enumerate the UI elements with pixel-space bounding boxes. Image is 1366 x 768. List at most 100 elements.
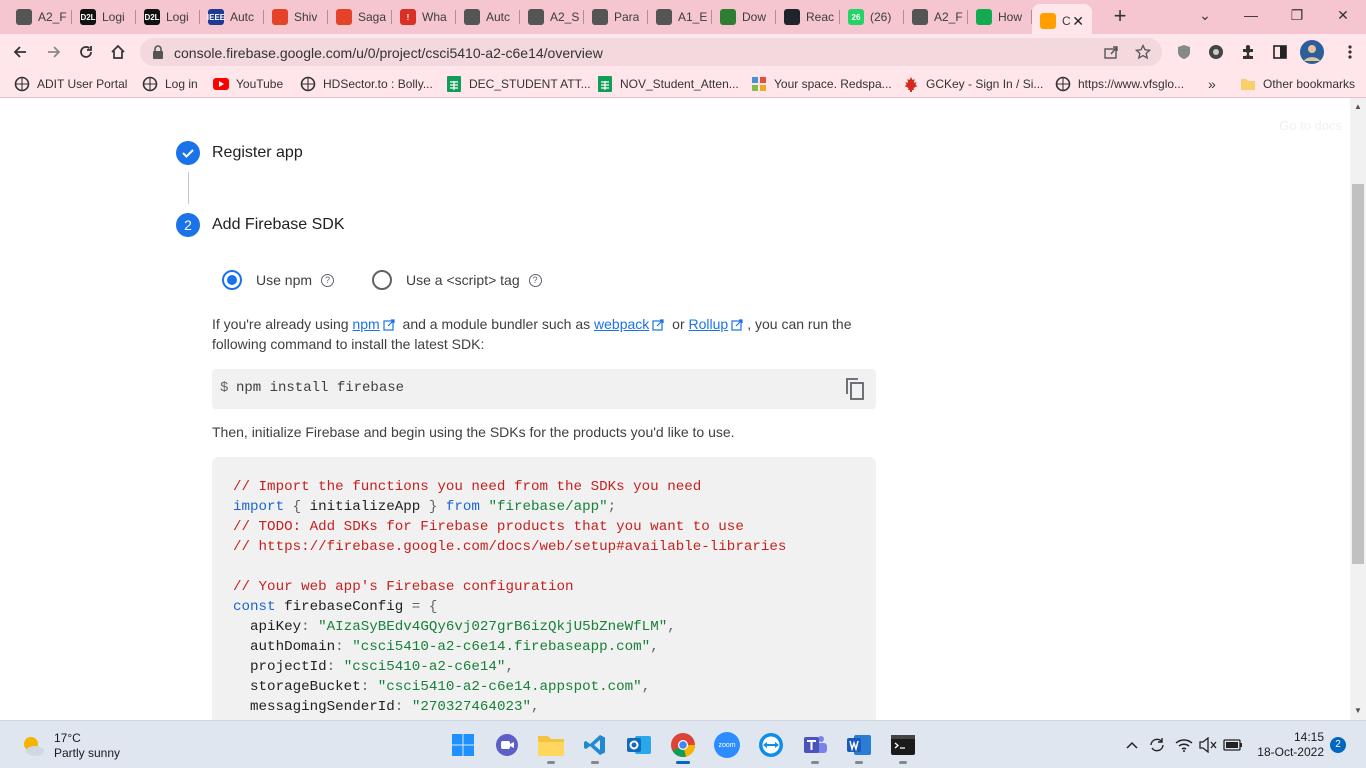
start-button[interactable] [447,729,479,761]
browser-tab[interactable]: A2_F [904,4,968,30]
globe-icon [14,76,30,92]
browser-tab[interactable]: Autc [456,4,520,30]
scroll-down-arrow-icon[interactable]: ▼ [1354,706,1362,715]
radio-option-npm[interactable]: Use npm ? [222,270,335,290]
taskbar-word[interactable] [843,729,875,764]
system-clock[interactable]: 14:15 18-Oct-2022 [1257,730,1324,760]
browser-tab[interactable]: Shiv [264,4,328,30]
tray-overflow-chevron-icon[interactable] [1122,735,1142,755]
help-icon[interactable]: ? [528,273,542,287]
shield-icon [1178,45,1190,59]
bookmark-item[interactable]: HDSector.to : Bolly... [300,75,433,93]
radio-option-script-tag[interactable]: Use a <script> tag ? [372,270,542,290]
bookmark-item[interactable]: DEC_STUDENT ATT... [446,75,591,93]
bookmark-item[interactable]: GCKey - Sign In / Si... [903,75,1043,93]
page-scrollbar[interactable]: ▲ ▼ [1350,98,1366,720]
bookmarks-overflow-button[interactable]: » [1208,75,1216,93]
taskbar-outlook[interactable] [623,729,655,761]
browser-tab[interactable]: C ✕ [1032,4,1092,38]
side-panel-button[interactable] [1270,42,1290,62]
bookmark-item[interactable]: YouTube [213,75,283,93]
taskbar-file-explorer[interactable] [535,729,567,764]
scrollbar-thumb[interactable] [1352,184,1364,564]
taskbar-meet-app[interactable] [491,729,523,761]
bookmark-item[interactable]: Log in [142,75,198,93]
back-button[interactable] [6,38,34,66]
browser-tab[interactable]: D2L Logi [136,4,200,30]
bookmark-item[interactable]: NOV_Student_Atten... [597,75,739,93]
clock-time: 14:15 [1293,730,1324,744]
close-window-button[interactable]: ✕ [1320,0,1366,30]
npm-link[interactable]: npm [352,316,379,332]
extension-vpn-button[interactable] [1206,42,1226,62]
share-button[interactable] [1102,43,1120,61]
bookmark-label: Log in [165,77,198,91]
bookmark-item[interactable]: ADIT User Portal [14,75,127,93]
weather-description: Partly sunny [54,746,121,760]
taskbar-terminal[interactable] [887,729,919,764]
taskbar-zoom[interactable]: zoom [711,729,743,761]
wifi-icon[interactable] [1174,735,1194,755]
meet-icon [496,734,518,756]
maximize-button[interactable]: ❐ [1274,0,1320,30]
browser-tab[interactable]: ! Wha [392,4,456,30]
radio-button-npm[interactable] [222,270,242,290]
webpack-link[interactable]: webpack [594,316,649,332]
intro-paragraph: If you're already using npm and a module… [212,314,862,354]
browser-tab[interactable]: IEEE Autc [200,4,264,30]
address-bar[interactable]: console.firebase.google.com/u/0/project/… [140,38,1162,66]
browser-tab[interactable]: How [968,4,1032,30]
rollup-link[interactable]: Rollup [689,316,729,332]
notification-badge[interactable]: 2 [1330,737,1346,753]
minimize-button[interactable]: — [1228,0,1274,30]
go-to-docs-link[interactable]: Go to docs [1279,118,1342,133]
scroll-up-arrow-icon[interactable]: ▲ [1354,102,1362,111]
code-snippet[interactable]: // Import the functions you need from th… [233,477,786,717]
tab-close-icon[interactable]: ✕ [1072,13,1084,30]
radio-button-script-tag[interactable] [372,270,392,290]
battery-icon[interactable] [1223,735,1243,755]
react-icon [784,9,800,25]
code-string: "csci5410-a2-c6e14" [343,659,506,675]
reload-button[interactable] [72,38,100,66]
forward-button[interactable] [40,38,68,66]
home-button[interactable] [104,38,132,66]
bookmark-star-button[interactable] [1134,43,1152,61]
lock-icon[interactable] [152,45,164,59]
code-punct: : [326,659,344,675]
new-tab-button[interactable]: + [1108,4,1132,28]
browser-tab[interactable]: D2L Logi [72,4,136,30]
bookmark-item[interactable]: https://www.vfsglo... [1055,75,1184,93]
profile-avatar[interactable] [1300,40,1324,64]
tab-title: A2_F [38,10,67,24]
tab-title: (26) [870,10,892,24]
taskbar-teams[interactable] [799,729,831,764]
sync-icon[interactable] [1147,735,1167,755]
extension-shield-button[interactable] [1174,42,1194,62]
browser-tab[interactable]: Reac [776,4,840,30]
tab-search-button[interactable]: ⌄ [1182,0,1228,30]
install-command-box: $ npm install firebase [212,369,876,409]
firebase-console-page: Go to docs Register app 2 Add Firebase S… [0,98,1366,720]
browser-tab[interactable]: A2_S [520,4,584,30]
help-icon[interactable]: ? [321,273,335,287]
weather-widget[interactable]: 17°C Partly sunny [20,731,120,761]
volume-muted-icon[interactable] [1198,735,1218,755]
bookmark-item[interactable]: Your space. Redspa... [751,75,892,93]
taskbar-vscode[interactable] [579,729,611,764]
taskbar-teamviewer[interactable] [755,729,787,761]
browser-tab[interactable]: A1_E [648,4,712,30]
browser-tab[interactable]: Saga [328,4,392,30]
browser-tab[interactable]: 26 (26) [840,4,904,30]
folder-icon [1240,76,1256,92]
other-bookmarks[interactable]: Other bookmarks [1240,75,1355,93]
browser-tab[interactable]: Dow [712,4,776,30]
clock-date: 18-Oct-2022 [1257,745,1324,759]
copy-button[interactable] [844,377,866,401]
taskbar-chrome[interactable] [667,729,699,764]
extensions-button[interactable] [1238,42,1258,62]
install-command[interactable]: npm install firebase [236,380,404,396]
browser-tab[interactable]: Para [584,4,648,30]
chrome-menu-button[interactable] [1340,42,1360,62]
browser-tab[interactable]: A2_F [8,4,72,30]
